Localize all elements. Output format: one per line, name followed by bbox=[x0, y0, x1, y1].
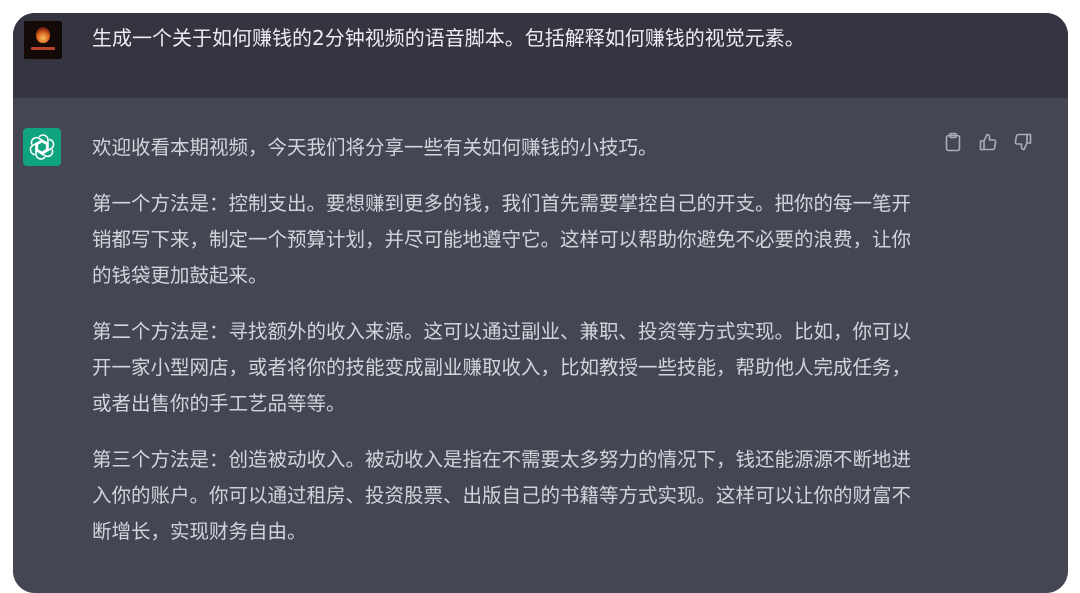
thumbs-up-icon bbox=[979, 133, 997, 151]
clipboard-icon bbox=[945, 132, 961, 152]
copy-button[interactable] bbox=[942, 131, 964, 153]
user-message: 生成一个关于如何赚钱的2分钟视频的语音脚本。包括解释如何赚钱的视觉元素。 bbox=[13, 13, 1068, 98]
message-actions bbox=[942, 131, 1034, 153]
avatar-flame-image bbox=[36, 27, 50, 43]
assistant-message: 欢迎收看本期视频，今天我们将分享一些有关如何赚钱的小技巧。 第一个方法是：控制支… bbox=[13, 98, 1068, 593]
chat-window: 生成一个关于如何赚钱的2分钟视频的语音脚本。包括解释如何赚钱的视觉元素。 欢迎收… bbox=[13, 13, 1068, 593]
thumbs-down-icon bbox=[1014, 133, 1032, 151]
like-button[interactable] bbox=[977, 131, 999, 153]
user-message-text: 生成一个关于如何赚钱的2分钟视频的语音脚本。包括解释如何赚钱的视觉元素。 bbox=[92, 26, 805, 50]
assistant-paragraph-method-3: 第三个方法是：创造被动收入。被动收入是指在不需要太多努力的情况下，钱还能源源不断… bbox=[92, 448, 912, 543]
assistant-paragraph-intro: 欢迎收看本期视频，今天我们将分享一些有关如何赚钱的小技巧。 bbox=[92, 136, 658, 159]
user-avatar bbox=[24, 21, 62, 59]
assistant-paragraph-method-1: 第一个方法是：控制支出。要想赚到更多的钱，我们首先需要掌控自己的开支。把你的每一… bbox=[92, 192, 912, 287]
openai-logo-icon bbox=[29, 134, 55, 160]
assistant-avatar bbox=[23, 128, 61, 166]
dislike-button[interactable] bbox=[1012, 131, 1034, 153]
avatar-logo-strip bbox=[31, 47, 55, 50]
assistant-paragraph-method-2: 第二个方法是：寻找额外的收入来源。这可以通过副业、兼职、投资等方式实现。比如，你… bbox=[92, 320, 912, 415]
assistant-message-text: 欢迎收看本期视频，今天我们将分享一些有关如何赚钱的小技巧。 第一个方法是：控制支… bbox=[92, 130, 922, 570]
